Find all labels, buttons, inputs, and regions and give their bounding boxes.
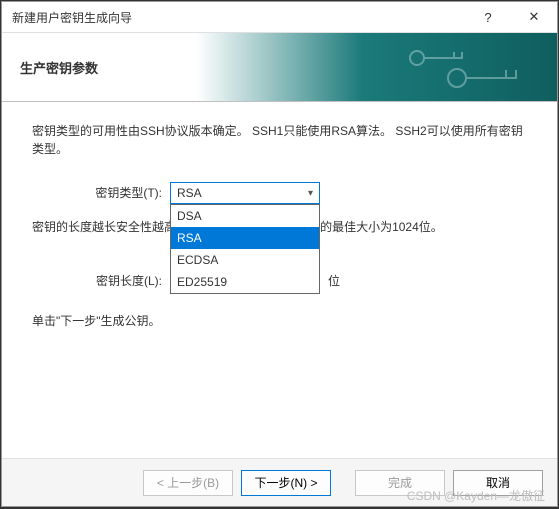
wizard-window: 新建用户密钥生成向导 ? ✕ 生产密钥参数 密钥类型的可用性由SSH协议版本确定…: [1, 1, 558, 507]
watermark: CSDN @Kayden—龙傲征: [407, 487, 545, 504]
back-button: < 上一步(B): [143, 470, 233, 496]
option-ecdsa[interactable]: ECDSA: [171, 249, 319, 271]
close-button[interactable]: ✕: [511, 2, 557, 32]
key-type-value: RSA: [177, 184, 202, 202]
option-rsa[interactable]: RSA: [171, 227, 319, 249]
desc-next: 单击"下一步"生成公钥。: [32, 312, 527, 330]
titlebar: 新建用户密钥生成向导 ? ✕: [2, 2, 557, 32]
window-title: 新建用户密钥生成向导: [12, 9, 132, 26]
chevron-down-icon: ▾: [308, 186, 313, 201]
key-length-label: 密钥长度(L):: [32, 272, 162, 290]
option-ed25519[interactable]: ED25519: [171, 271, 319, 293]
close-icon: ✕: [529, 9, 540, 25]
help-button[interactable]: ?: [465, 2, 511, 32]
header-title: 生产密钥参数: [20, 58, 98, 77]
wizard-header: 生产密钥参数: [2, 32, 557, 102]
key-type-label: 密钥类型(T):: [32, 184, 162, 202]
key-length-unit: 位: [328, 272, 340, 290]
option-dsa[interactable]: DSA: [171, 205, 319, 227]
key-type-combo[interactable]: RSA ▾ DSA RSA ECDSA ED25519: [170, 182, 320, 204]
key-icon: [397, 43, 537, 93]
key-type-dropdown: DSA RSA ECDSA ED25519: [170, 204, 320, 294]
help-icon: ?: [484, 10, 491, 25]
next-button[interactable]: 下一步(N) >: [241, 470, 331, 496]
desc-key-type: 密钥类型的可用性由SSH协议版本确定。 SSH1只能使用RSA算法。 SSH2可…: [32, 122, 527, 158]
row-key-type: 密钥类型(T): RSA ▾ DSA RSA ECDSA ED25519: [32, 182, 527, 204]
wizard-content: 密钥类型的可用性由SSH协议版本确定。 SSH1只能使用RSA算法。 SSH2可…: [2, 102, 557, 458]
